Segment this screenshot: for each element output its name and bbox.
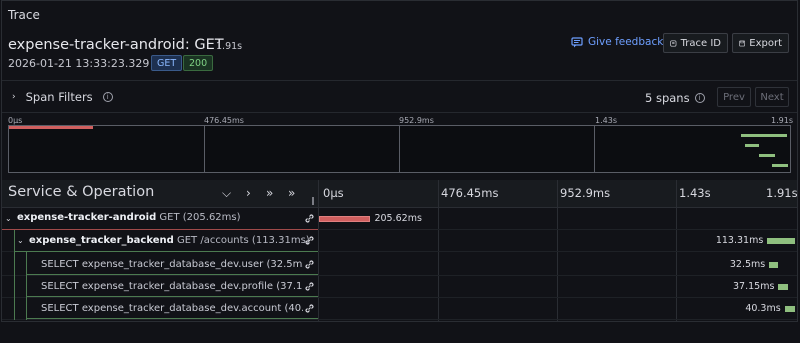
row-accent [14,251,318,252]
panel-title: Trace [8,8,40,22]
table-row[interactable]: SELECT expense_tracker_database_dev.user… [2,254,797,276]
table-row[interactable]: SELECT expense_tracker_database_dev.acco… [2,298,797,320]
expand-one-icon[interactable]: › [246,186,251,200]
row-accent [26,296,318,297]
span-bar[interactable] [766,238,795,244]
span-bar[interactable] [769,262,778,268]
chevron-down-icon[interactable]: ⌄ [17,236,24,245]
export-label: Export [749,37,782,49]
trace-id-button[interactable]: Trace ID [663,33,728,53]
minimap-gridline [204,126,205,172]
timeline-minimap[interactable] [8,125,791,173]
link-icon[interactable] [304,259,315,270]
table-row[interactable]: ⌄ expense_tracker_backend GET /accounts … [2,230,797,252]
next-button[interactable]: Next [755,87,789,107]
minimap-span-bar [745,144,760,147]
timeline-tick: 0μs [323,186,344,200]
minimap-gridline [594,126,595,172]
trace-name: expense-tracker-android: GET [8,37,224,53]
row-accent [26,318,318,319]
minimap-span-bar [771,164,788,167]
span-duration-label: 40.3ms [745,303,781,314]
span-label: SELECT expense_tracker_database_dev.acco… [41,303,303,314]
trace-view: Trace expense-tracker-android: GET 1.91s… [0,0,800,343]
link-icon[interactable] [304,235,315,246]
info-icon[interactable]: i [102,92,113,102]
service-name: expense-tracker-android [17,212,157,223]
operation-name: GET /accounts (113.31ms) [176,235,309,246]
minimap-tick: 1.43s [595,116,617,125]
collapse-one-icon[interactable]: ⌵ [222,186,231,201]
timeline-tick: 1.91s [766,186,798,200]
minimap-tick: 0μs [8,116,23,125]
id-icon [670,39,677,47]
link-icon[interactable] [304,213,315,224]
table-row[interactable]: SELECT expense_tracker_database_dev.prof… [2,276,797,298]
tree-line [26,252,27,320]
service-name: expense_tracker_backend [29,235,174,246]
trace-id-label: Trace ID [680,37,721,49]
span-label: SELECT expense_tracker_database_dev.prof… [41,281,303,292]
operation-name: GET (205.62ms) [159,212,241,223]
span-duration-label: 32.5ms [729,259,766,270]
expand-all-icon[interactable]: » [288,186,295,200]
link-icon[interactable] [304,303,315,314]
span-duration-label: 37.15ms [733,281,775,292]
row-accent [2,229,318,230]
timeline-tick: 952.9ms [560,186,611,200]
trace-duration: 1.91s [216,41,243,52]
span-duration-label: 205.62ms [374,213,422,224]
save-icon [739,40,746,46]
spans-info-icon[interactable]: i [694,93,705,103]
collapse-all-icon[interactable]: » [266,186,273,200]
spans-count: 5 spans i [645,91,705,105]
export-button[interactable]: Export [732,33,789,53]
service-operation-header: Service & Operation [8,184,155,200]
span-bar[interactable] [319,216,371,222]
minimap-span-bar [9,126,94,129]
spans-count-label: 5 spans [645,91,690,105]
method-badge: GET [151,55,183,71]
minimap-tick: 952.9ms [399,116,434,125]
span-duration-label: 113.31ms [715,235,764,246]
row-accent [26,274,318,275]
span-label: expense_tracker_backend GET /accounts (1… [29,235,309,246]
status-badge: 200 [183,55,214,71]
minimap-gridline [399,126,400,172]
minimap-tick: 1.91s [771,116,793,125]
timeline-tick: 1.43s [679,186,711,200]
timeline-tick: 476.45ms [441,186,499,200]
chevron-right-icon: › [12,92,16,102]
column-resizer[interactable]: ‖ [311,196,315,205]
span-filters-label: Span Filters [25,90,93,104]
link-icon[interactable] [304,281,315,292]
span-label: SELECT expense_tracker_database_dev.user… [41,259,303,270]
minimap-span-bar [759,154,775,157]
span-bar[interactable] [778,284,788,290]
minimap-span-bar [740,134,788,137]
prev-button[interactable]: Prev [717,87,751,107]
divider [2,80,797,81]
comment-icon [571,36,583,47]
tree-line [14,230,15,320]
span-bar[interactable] [784,306,795,312]
span-label: expense-tracker-android GET (205.62ms) [17,212,307,223]
chevron-down-icon[interactable]: ⌄ [5,214,12,223]
minimap-tick: 476.45ms [204,116,244,125]
give-feedback-label: Give feedback [588,36,664,48]
divider [2,112,797,113]
span-filters-toggle[interactable]: › Span Filters i [12,90,113,104]
trace-datetime: 2026-01-21 13:33:23.329 [8,57,150,70]
give-feedback-link[interactable]: Give feedback [571,36,663,48]
